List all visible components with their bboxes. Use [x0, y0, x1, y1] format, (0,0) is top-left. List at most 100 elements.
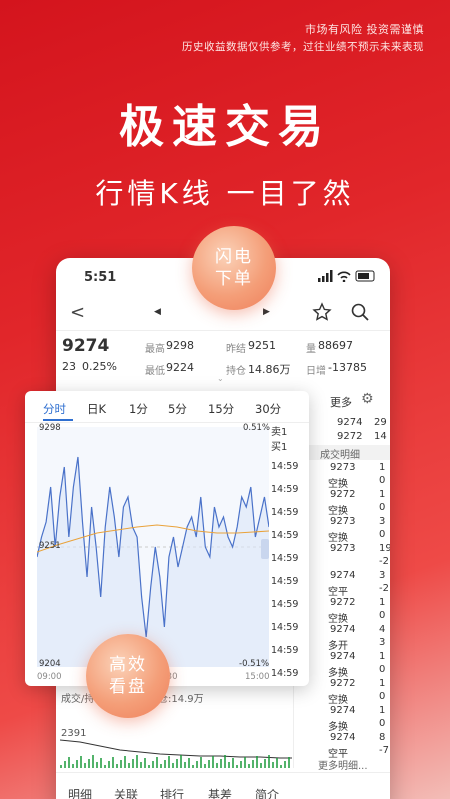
volume-bar [60, 765, 62, 768]
volume-bar [232, 758, 234, 768]
volume-bar [280, 765, 282, 768]
volume-bar [104, 765, 106, 768]
hero-title: 极速交易 [118, 100, 331, 153]
volume-bar [152, 761, 154, 768]
volume-bar [236, 765, 238, 768]
volume-bar [120, 760, 122, 768]
trade-type: 多开 [328, 641, 348, 652]
volume-bar [200, 757, 202, 768]
trade-price: 9273 [330, 543, 356, 554]
trade-oi-change: -2 [379, 583, 389, 594]
volume-bar [76, 760, 78, 768]
axis-high-pct: 0.51% [243, 423, 271, 433]
back-button[interactable]: < [70, 302, 85, 323]
low-value: 9224 [166, 361, 194, 374]
last-price: 9274 [62, 336, 110, 356]
trade-type: 空换 [328, 479, 348, 490]
bottom-tab-ranking[interactable]: 排行 [160, 786, 184, 799]
header-divider [56, 330, 390, 331]
volume-bar [116, 764, 118, 768]
trade-time: 14:59 [271, 622, 299, 633]
trade-type: 空换 [328, 533, 348, 544]
volume-bar [164, 760, 166, 768]
sell1-label: 卖1 [271, 427, 288, 438]
trade-price: 9274 [330, 624, 356, 635]
open-interest-value: 14.86万 [248, 363, 291, 376]
trade-volume: 3 [379, 570, 386, 581]
trade-price: 9274 [330, 705, 356, 716]
volume-bar [212, 756, 214, 768]
volume-bars [60, 739, 292, 768]
volume-bar [64, 761, 66, 768]
chart-drag-handle[interactable] [261, 539, 269, 559]
trade-type: 空换 [328, 506, 348, 517]
search-icon[interactable] [350, 302, 370, 325]
bottom-tab-profile[interactable]: 简介 [255, 786, 279, 799]
volume-bar [68, 757, 70, 768]
tab-5min[interactable]: 5分 [168, 401, 187, 417]
volume-bar [268, 755, 270, 768]
tab-daily-k[interactable]: 日K [87, 401, 106, 417]
more-button[interactable]: 更多 [330, 394, 352, 410]
tab-15min[interactable]: 15分 [208, 401, 234, 417]
trade-oi-change: 0 [379, 529, 386, 540]
prev-settle-value: 9251 [248, 339, 276, 352]
bottom-tab-detail[interactable]: 明细 [68, 786, 92, 799]
volume-bar [204, 764, 206, 768]
trade-oi-change: -2 [379, 556, 389, 567]
settings-gear-icon[interactable]: ⚙ [361, 391, 374, 407]
axis-mid: 9251 [39, 541, 61, 551]
trade-time: 14:59 [271, 553, 299, 564]
volume-bar [92, 755, 94, 768]
signal-wifi-battery-icon [318, 270, 375, 283]
volume-bar [220, 759, 222, 768]
order-book-sell-price: 9274 [337, 417, 363, 428]
trade-price: 9272 [330, 678, 356, 689]
volume-bar [272, 762, 274, 768]
daily-change-value: -13785 [328, 361, 367, 374]
volume-bar [84, 763, 86, 768]
volume-bar [264, 759, 266, 768]
expand-chevron-icon[interactable]: ⌄ [217, 374, 224, 383]
efficient-watch-bubble[interactable]: 高效 看盘 [86, 634, 170, 718]
open-interest-label: 持仓 [226, 366, 246, 377]
trade-price: 9273 [330, 516, 356, 527]
trade-price: 9274 [330, 732, 356, 743]
lightning-order-bubble[interactable]: 闪电 下单 [192, 226, 276, 310]
bottom-tab-divider [56, 772, 390, 773]
active-tab-underline [43, 419, 73, 421]
volume-bar [176, 759, 178, 768]
bottom-tab-related[interactable]: 关联 [114, 786, 138, 799]
axis-low-pct: -0.51% [239, 659, 270, 669]
more-trades-link[interactable]: 更多明细... [318, 757, 368, 772]
tab-30min[interactable]: 30分 [255, 401, 281, 417]
bubble-bottom-line1: 高效 [109, 655, 147, 675]
bubble-top-line2: 下单 [215, 269, 253, 289]
trade-volume: 1 [379, 462, 386, 473]
favorite-star-icon[interactable] [312, 302, 332, 325]
volume-bar [124, 756, 126, 768]
order-book-buy-price: 9272 [337, 431, 363, 442]
tab-1min[interactable]: 1分 [129, 401, 148, 417]
next-contract-arrow[interactable]: ▶ [263, 307, 270, 317]
volume-bar [160, 764, 162, 768]
chart-card[interactable]: 分时 日K 1分 5分 15分 30分 9298 0.51% 9251 9204… [25, 391, 309, 686]
volume-bar [140, 762, 142, 768]
tab-intraday[interactable]: 分时 [43, 401, 66, 417]
volume-value: 88697 [318, 339, 353, 352]
trade-price: 9272 [330, 489, 356, 500]
trade-type: 空换 [328, 695, 348, 706]
trade-volume: 1 [379, 651, 386, 662]
price-change: 23 [62, 360, 76, 373]
axis-low: 9204 [39, 659, 61, 669]
prev-contract-arrow[interactable]: ◀ [154, 307, 161, 317]
bubble-top-line1: 闪电 [215, 247, 253, 267]
bottom-tab-basis[interactable]: 基差 [208, 786, 232, 799]
history-disclaimer: 历史收益数据仅供参考，过往业绩不预示未来表现 [182, 41, 424, 53]
volume-bar [216, 763, 218, 768]
trade-price: 9273 [330, 462, 356, 473]
axis-high: 9298 [39, 423, 61, 433]
trade-volume: 1 [379, 489, 386, 500]
order-book-buy-volume: 14 [374, 431, 387, 442]
buy1-label: 买1 [271, 442, 288, 453]
